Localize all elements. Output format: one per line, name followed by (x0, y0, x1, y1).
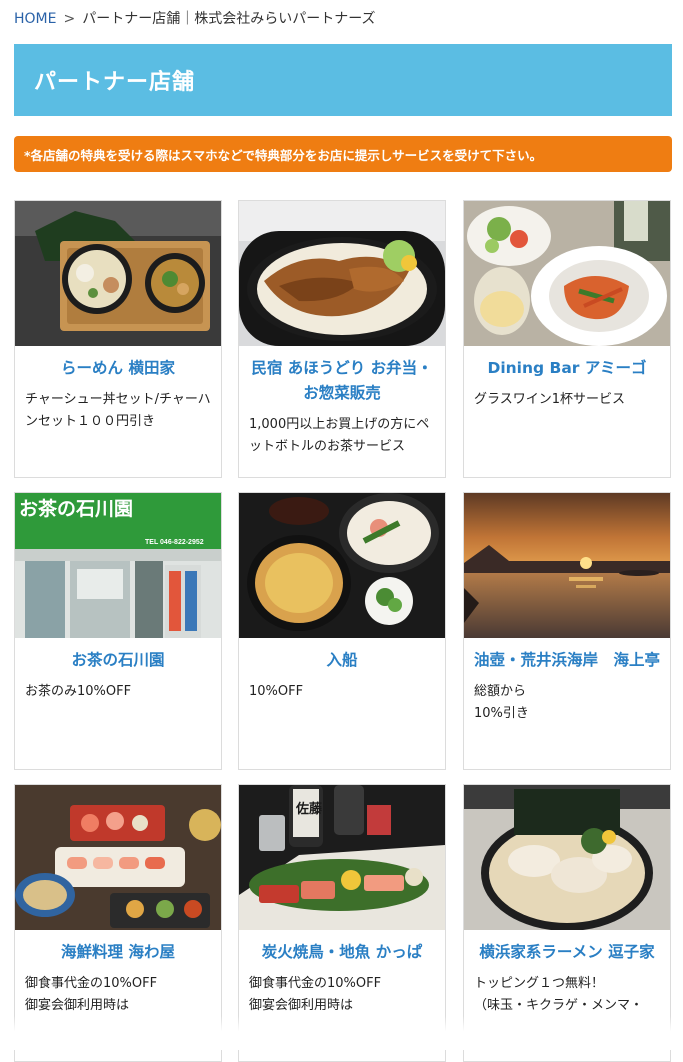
store-description: 10%OFF (249, 684, 304, 699)
store-photo-kappa[interactable]: 佐藤 (239, 785, 445, 930)
store-description: グラスワイン1杯サービス (474, 392, 626, 407)
store-description: トッピング１つ無料！ （味玉・キクラゲ・メンマ・ (474, 976, 644, 1013)
store-photo-irifune[interactable] (239, 493, 445, 638)
store-title-link[interactable]: Dining Bar アミーゴ (470, 356, 664, 381)
store-card-irifune[interactable]: 入船 10%OFF (238, 492, 446, 770)
store-card-kaijotei[interactable]: 油壺・荒井浜海岸 海上亭 総額から 10%引き (463, 492, 671, 770)
breadcrumb-current: パートナー店舗｜株式会社みらいパートナーズ (82, 11, 376, 27)
store-photo-bento-ahoudori[interactable] (239, 201, 445, 346)
store-title-link[interactable]: お茶の石川園 (21, 648, 215, 673)
store-title-link[interactable]: らーめん 横田家 (21, 356, 215, 381)
store-photo-kaiwaya[interactable] (15, 785, 221, 930)
store-photo-ishikawaen[interactable]: お茶の石川園 TEL 046-822-2952 (15, 493, 221, 638)
store-card-yokotaya[interactable]: らーめん 横田家 チャーシュー丼セット/チャーハンセット１００円引き (14, 200, 222, 478)
store-description: 御食事代金の10%OFF 御宴会御利用時は (25, 976, 158, 1013)
store-photo-dining-bar-amigo[interactable] (464, 201, 670, 346)
store-photo-ramen-yokotaya[interactable] (15, 201, 221, 346)
store-photo-zushiya[interactable] (464, 785, 670, 930)
store-description: 総額から 10%引き (474, 684, 529, 721)
store-title-link[interactable]: 民宿 あほうどり お弁当・お惣菜販売 (245, 356, 439, 406)
store-photo-kaijotei-sunset[interactable] (464, 493, 670, 638)
notice-banner: *各店舗の特典を受ける際はスマホなどで特典部分をお店に提示しサービスを受けて下さ… (14, 136, 672, 172)
shop-sign-name: お茶の石川園 (19, 497, 133, 520)
store-title-link[interactable]: 炭火焼鳥・地魚 かっぱ (245, 940, 439, 965)
store-description: チャーシュー丼セット/チャーハンセット１００円引き (25, 392, 211, 429)
store-description: 御食事代金の10%OFF 御宴会御利用時は (249, 976, 382, 1013)
store-card-ishikawaen[interactable]: お茶の石川園 TEL 046-822-2952 お茶の石川園 お茶のみ10%OF… (14, 492, 222, 770)
notice-text: *各店舗の特典を受ける際はスマホなどで特典部分をお店に提示しサービスを受けて下さ… (24, 147, 543, 163)
store-title-link[interactable]: 海鮮料理 海わ屋 (21, 940, 215, 965)
store-title-link[interactable]: 入船 (245, 648, 439, 673)
store-description: 1,000円以上お買上げの方にペットボトルのお茶サービス (249, 417, 430, 454)
breadcrumb: HOME > パートナー店舗｜株式会社みらいパートナーズ (14, 8, 376, 28)
breadcrumb-separator: > (63, 11, 76, 27)
sake-bottle-label: 佐藤 (295, 801, 323, 816)
store-title-link[interactable]: 横浜家系ラーメン 逗子家 (470, 940, 664, 965)
bottom-fade-overlay (0, 1016, 683, 1050)
page-title: パートナー店舗 (34, 70, 196, 95)
store-card-ahoudori[interactable]: 民宿 あほうどり お弁当・お惣菜販売 1,000円以上お買上げの方にペットボトル… (238, 200, 446, 478)
page-header: パートナー店舗 (14, 44, 672, 116)
store-title-link[interactable]: 油壺・荒井浜海岸 海上亭 (470, 648, 664, 673)
store-card-amigo[interactable]: Dining Bar アミーゴ グラスワイン1杯サービス (463, 200, 671, 478)
breadcrumb-home-link[interactable]: HOME (14, 11, 56, 27)
shop-sign-tel: TEL 046-822-2952 (145, 539, 204, 546)
store-description: お茶のみ10%OFF (25, 684, 132, 699)
